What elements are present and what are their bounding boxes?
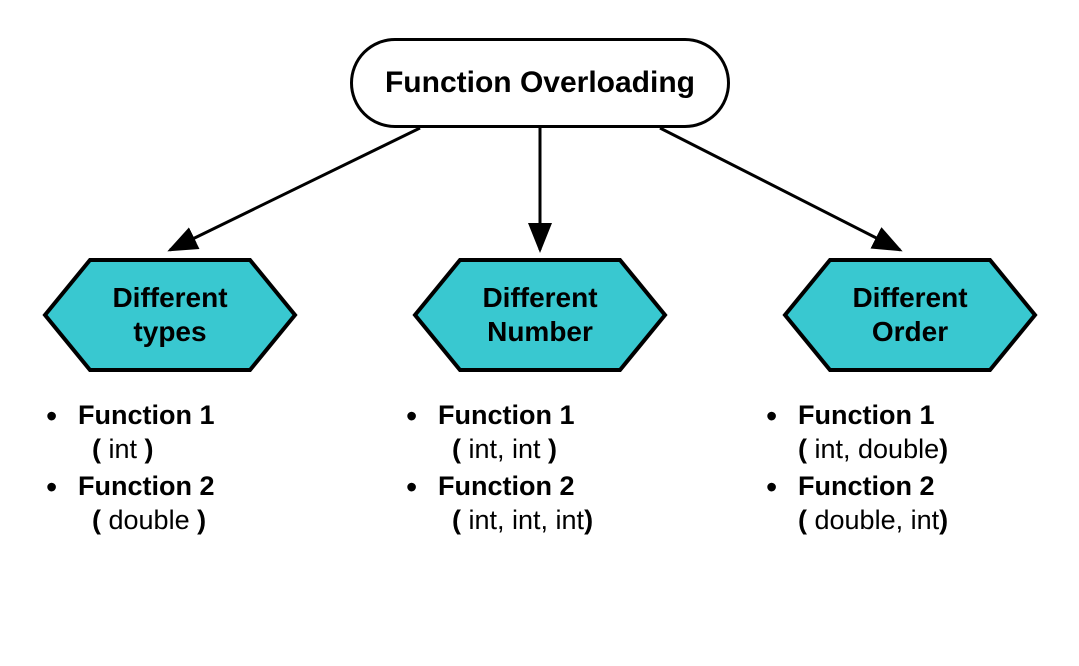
list-item: Function 1 ( int ): [40, 400, 340, 465]
func-params: ( int ): [78, 433, 340, 465]
paren-open: (: [452, 434, 469, 464]
list-item: Function 2 ( int, int, int): [400, 471, 700, 536]
list-types: Function 1 ( int ) Function 2 ( double ): [40, 400, 340, 537]
func-name: Function 1: [438, 400, 575, 430]
paren-open: (: [798, 434, 815, 464]
func-name: Function 2: [438, 471, 575, 501]
list-item: Function 2 ( double ): [40, 471, 340, 536]
func-name: Function 2: [78, 471, 215, 501]
func-name: Function 2: [798, 471, 935, 501]
func-params: ( double, int): [798, 504, 1060, 536]
paren-close: ): [541, 434, 558, 464]
paren-open: (: [452, 505, 469, 535]
list-item: Function 1 ( int, double): [760, 400, 1060, 465]
hex-label-types: Different types: [40, 255, 300, 375]
list-order: Function 1 ( int, double) Function 2 ( d…: [760, 400, 1060, 537]
root-title: Function Overloading: [385, 66, 695, 100]
list-item: Function 2 ( double, int): [760, 471, 1060, 536]
paren-close: ): [190, 505, 207, 535]
paren-close: ): [939, 434, 948, 464]
func-params: ( int, int, int): [438, 504, 700, 536]
func-params: ( double ): [78, 504, 340, 536]
hex-different-order: Different Order: [780, 255, 1040, 375]
paren-close: ): [584, 505, 593, 535]
hex-different-types: Different types: [40, 255, 300, 375]
paren-open: (: [92, 434, 109, 464]
root-node: Function Overloading: [350, 38, 730, 128]
hex-label-number: Different Number: [410, 255, 670, 375]
paren-open: (: [92, 505, 109, 535]
func-name: Function 1: [78, 400, 215, 430]
list-item: Function 1 ( int, int ): [400, 400, 700, 465]
paren-close: ): [939, 505, 948, 535]
func-name: Function 1: [798, 400, 935, 430]
hex-different-number: Different Number: [410, 255, 670, 375]
func-params: ( int, double): [798, 433, 1060, 465]
list-number: Function 1 ( int, int ) Function 2 ( int…: [400, 400, 700, 537]
paren-open: (: [798, 505, 815, 535]
func-params: ( int, int ): [438, 433, 700, 465]
paren-close: ): [137, 434, 154, 464]
column-number: Function 1 ( int, int ) Function 2 ( int…: [400, 400, 700, 543]
column-types: Function 1 ( int ) Function 2 ( double ): [40, 400, 340, 543]
column-order: Function 1 ( int, double) Function 2 ( d…: [760, 400, 1060, 543]
hex-label-order: Different Order: [780, 255, 1040, 375]
